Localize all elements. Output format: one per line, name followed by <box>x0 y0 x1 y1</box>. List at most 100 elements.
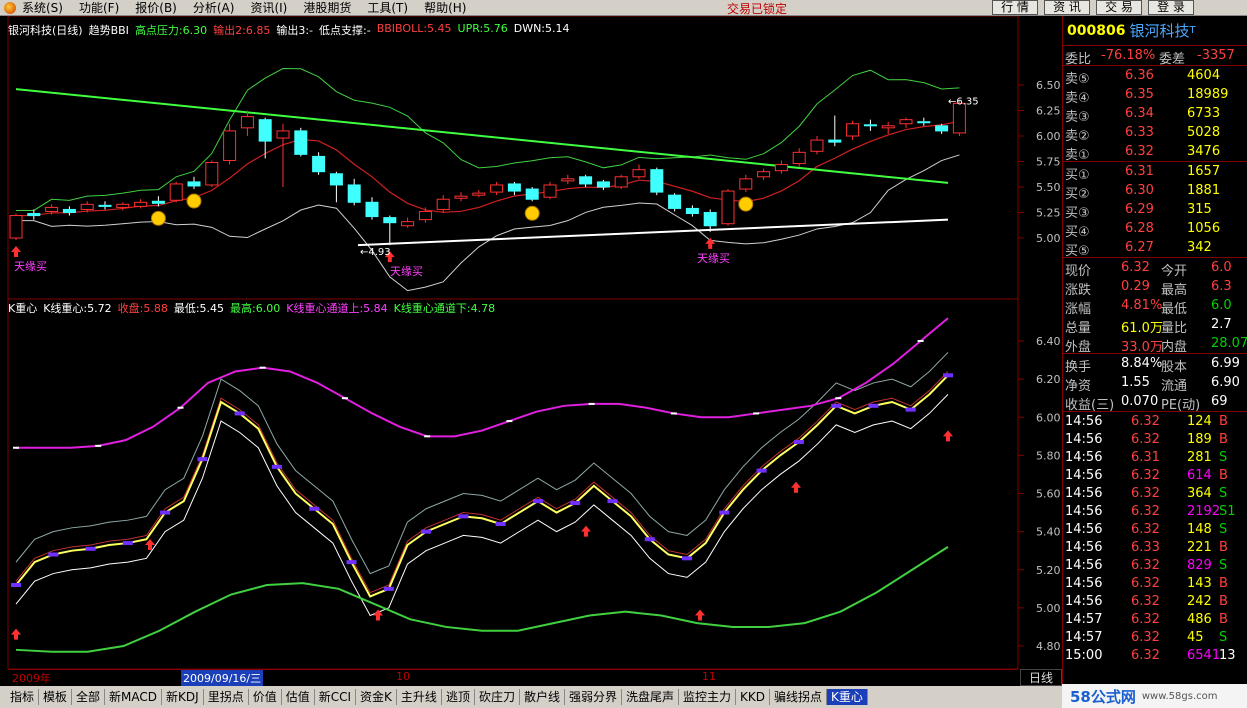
kline-upper-band <box>15 352 949 575</box>
stat-value: 6.90 <box>1211 375 1240 390</box>
tab-item[interactable]: 指标 <box>6 689 40 705</box>
tab-item[interactable]: KKD <box>736 689 771 705</box>
tick-volume: 148 <box>1187 522 1212 537</box>
tick-price: 6.32 <box>1131 504 1160 519</box>
tab-item[interactable]: 模板 <box>39 689 73 705</box>
stat-value: 6.32 <box>1121 260 1150 275</box>
tab-item[interactable]: 监控主力 <box>679 689 737 705</box>
tick-time: 14:57 <box>1065 630 1103 645</box>
asks-row[interactable]: 卖④ 6.35 18989 <box>1063 85 1247 106</box>
asks-row[interactable]: 卖③ 6.34 6733 <box>1063 104 1247 125</box>
stat-row: 换手 8.84% 股本 6.99 <box>1063 354 1247 375</box>
tick-row: 15:00 6.32 6541 13 <box>1063 646 1247 664</box>
menu-system[interactable]: 系统(S) <box>22 0 63 16</box>
tick-volume: 221 <box>1187 540 1212 555</box>
tab-item[interactable]: 逃顶 <box>442 689 475 705</box>
weicha-value: -3357 <box>1197 48 1235 63</box>
stat-value: 8.84% <box>1121 356 1163 371</box>
channel-upper-marker <box>835 397 842 400</box>
gold-coin-icon <box>186 193 202 209</box>
stats-block-2: 换手 8.84% 股本 6.99 净资 1.55 流通 6.90 收益(三) 0.070 PE(动)… <box>1063 353 1247 413</box>
menu-hk-futures[interactable]: 港股期货 <box>303 0 351 16</box>
news-button[interactable]: 资 讯 <box>1044 0 1090 15</box>
candle-body <box>45 206 59 212</box>
candle-body <box>792 151 806 165</box>
tab-item[interactable]: 估值 <box>282 689 315 705</box>
candle-body <box>27 213 41 217</box>
menu-tools[interactable]: 工具(T) <box>367 0 408 16</box>
bids-row[interactable]: 买⑤ 6.27 342 <box>1063 238 1247 259</box>
trade-button[interactable]: 交 易 <box>1096 0 1142 15</box>
kline-center-marker <box>458 514 469 519</box>
tab-item[interactable]: K重心 <box>827 689 868 705</box>
kline-center-marker <box>793 440 804 445</box>
bids-volume: 1881 <box>1187 183 1221 198</box>
menu-analysis[interactable]: 分析(A) <box>193 0 235 16</box>
bids-row[interactable]: 买③ 6.29 315 <box>1063 200 1247 221</box>
tick-row: 14:56 6.32 143 B <box>1063 574 1247 592</box>
asks-row[interactable]: 卖⑤ 6.36 4604 <box>1063 66 1247 87</box>
asks-row[interactable]: 卖① 6.32 3476 <box>1063 142 1247 163</box>
asks-row[interactable]: 卖② 6.33 5028 <box>1063 123 1247 144</box>
upper-axis-label: 5.75 <box>1036 156 1061 169</box>
candle-body <box>721 190 735 225</box>
candle-body <box>401 221 415 227</box>
tab-item[interactable]: 骗线拐点 <box>770 689 828 705</box>
lower-buy-arrow-icon <box>791 481 801 493</box>
kline-center-marker <box>48 552 59 557</box>
menu-quote[interactable]: 报价(B) <box>135 0 177 16</box>
tab-item[interactable]: 新CCI <box>315 689 357 705</box>
bids-price: 6.30 <box>1125 183 1154 198</box>
bids-price: 6.27 <box>1125 240 1154 255</box>
tab-item[interactable]: 砍庄刀 <box>475 689 520 705</box>
candle-body <box>187 181 201 187</box>
tick-list[interactable]: 14:56 6.32 124 B 14:56 6.32 189 B 14:56 6.31 281 S 1… <box>1063 411 1247 664</box>
low-price-label: ←4.93 <box>360 247 391 258</box>
stock-name: 银河科技 <box>1129 22 1190 40</box>
tick-time: 14:56 <box>1065 540 1103 555</box>
tab-item[interactable]: 全部 <box>72 689 106 705</box>
tab-item[interactable]: 里拐点 <box>204 689 249 705</box>
kline-chart-svg[interactable]: 6.50 6.25 6.00 5.75 5.50 5.25 5.00 6.40 6.20 6.00… <box>0 16 1062 669</box>
tick-row: 14:56 6.32 148 S <box>1063 520 1247 538</box>
channel-upper-marker <box>259 366 266 369</box>
tab-item[interactable]: 新KDJ <box>162 689 204 705</box>
tick-price: 6.32 <box>1131 414 1160 429</box>
stat-label: 内盘 <box>1161 340 1188 355</box>
tick-side: S <box>1219 486 1228 501</box>
candle-body <box>80 203 94 210</box>
tab-item[interactable]: 资金K <box>356 689 397 705</box>
tick-volume: 829 <box>1187 558 1212 573</box>
stock-title: 000806 银河科技 T <box>1063 16 1247 46</box>
menu-function[interactable]: 功能(F) <box>79 0 119 16</box>
menu-info[interactable]: 资讯(I) <box>250 0 287 16</box>
kline-center-marker <box>831 403 842 408</box>
bids-row[interactable]: 买④ 6.28 1056 <box>1063 219 1247 240</box>
bids-row[interactable]: 买② 6.30 1881 <box>1063 181 1247 202</box>
quote-button[interactable]: 行 情 <box>992 0 1038 15</box>
upper-legend-item: BBIBOLL:5.45 <box>376 22 452 35</box>
tab-item[interactable]: 散户线 <box>520 689 565 705</box>
period-selector[interactable]: 日线 <box>1020 669 1062 686</box>
upper-axis-label: 6.00 <box>1036 130 1061 143</box>
upper-legend-item: 银河科技(日线) <box>8 24 83 37</box>
bids-volume: 1657 <box>1187 164 1221 179</box>
bids-row[interactable]: 买① 6.31 1657 <box>1063 162 1247 183</box>
tab-item[interactable]: 新MACD <box>105 689 163 705</box>
gold-coin-icon <box>524 205 540 221</box>
candle-body <box>116 203 130 208</box>
candle-body <box>169 183 183 201</box>
menu-help[interactable]: 帮助(H) <box>424 0 466 16</box>
tab-item[interactable]: 价值 <box>249 689 282 705</box>
asks-volume: 4604 <box>1187 68 1221 83</box>
tick-row: 14:56 6.31 281 S <box>1063 448 1247 466</box>
upper-legend-item: 趋势BBI <box>88 24 129 37</box>
tab-item[interactable]: 强弱分界 <box>565 689 622 705</box>
chart-area[interactable]: 6.50 6.25 6.00 5.75 5.50 5.25 5.00 6.40 6.20 6.00… <box>0 16 1062 686</box>
candle-body <box>490 184 504 193</box>
stats-block: 现价 6.32 今开 6.0 涨跌 0.29 最高 6.3 涨幅 4.81% 最低 6.0 总量 61.0… <box>1063 257 1247 355</box>
login-button[interactable]: 登 录 <box>1148 0 1194 15</box>
kline-center-marker <box>868 403 879 408</box>
tab-item[interactable]: 主升线 <box>397 689 442 705</box>
tab-item[interactable]: 洗盘尾声 <box>622 689 680 705</box>
